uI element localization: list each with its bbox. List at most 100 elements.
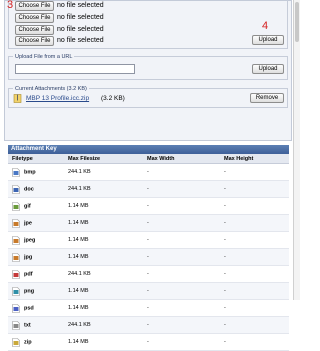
- filetype-cell: pdf: [8, 265, 64, 283]
- filetype-cell: txt: [8, 316, 64, 334]
- file-type-icon: [12, 269, 20, 279]
- attachment-key-header: Attachment Key: [8, 145, 289, 154]
- filetype-label: doc: [24, 186, 34, 192]
- max-width-cell: -: [143, 180, 220, 198]
- filetype-label: pdf: [24, 271, 33, 277]
- max-width-cell: -: [143, 248, 220, 266]
- filetype-label: psd: [24, 305, 34, 311]
- max-height-cell: -: [220, 282, 289, 300]
- table-row: zip 1.14 MB - -: [8, 333, 289, 351]
- filetype-cell: zip: [8, 333, 64, 351]
- max-filesize-cell: 244.1 KB: [64, 180, 143, 198]
- max-height-cell: -: [220, 197, 289, 215]
- vertical-scrollbar[interactable]: [293, 0, 300, 300]
- upload-files-button[interactable]: Upload: [252, 35, 284, 45]
- max-filesize-cell: 1.14 MB: [64, 197, 143, 215]
- max-filesize-cell: 1.14 MB: [64, 282, 143, 300]
- upload-url-button[interactable]: Upload: [252, 64, 284, 74]
- max-filesize-cell: 244.1 KB: [64, 163, 143, 181]
- attachment-name-link[interactable]: MBP 13 Profile.icc.zip: [26, 94, 89, 103]
- filetype-cell: jpeg: [8, 231, 64, 249]
- col-filetype: Filetype: [8, 154, 64, 164]
- choose-file-button-4[interactable]: Choose File: [15, 36, 54, 46]
- filetype-label: jpg: [24, 254, 33, 260]
- max-height-cell: -: [220, 299, 289, 317]
- filetype-cell: jpe: [8, 214, 64, 232]
- upload-url-input[interactable]: [15, 64, 135, 74]
- filetype-label: txt: [24, 322, 31, 328]
- max-height-cell: -: [220, 163, 289, 181]
- col-max-width: Max Width: [143, 154, 220, 164]
- file-type-icon: [12, 303, 20, 313]
- max-filesize-cell: 1.14 MB: [64, 299, 143, 317]
- max-width-cell: -: [143, 316, 220, 334]
- file-type-icon: [12, 218, 20, 228]
- filetype-cell: doc: [8, 180, 64, 198]
- attachment-key-table: Filetype Max Filesize Max Width Max Heig…: [8, 154, 289, 351]
- max-height-cell: -: [220, 333, 289, 351]
- filetype-cell: gif: [8, 197, 64, 215]
- file-type-icon: [12, 337, 20, 347]
- filetype-label: jpeg: [24, 237, 36, 243]
- filetype-cell: psd: [8, 299, 64, 317]
- scrollbar-thumb[interactable]: [295, 2, 299, 42]
- file-type-icon: [12, 235, 20, 245]
- step-4-marker: 4: [262, 20, 269, 32]
- max-filesize-cell: 1.14 MB: [64, 248, 143, 266]
- upload-url-legend: Upload File from a URL: [13, 53, 75, 61]
- filetype-cell: png: [8, 282, 64, 300]
- max-width-cell: -: [143, 214, 220, 232]
- max-width-cell: -: [143, 333, 220, 351]
- file-type-icon: [12, 252, 20, 262]
- col-max-filesize: Max Filesize: [64, 154, 143, 164]
- file-status-4: no file selected: [57, 37, 104, 44]
- filetype-label: png: [24, 288, 35, 294]
- max-height-cell: -: [220, 316, 289, 334]
- file-type-icon: [12, 184, 20, 194]
- table-header-row: Filetype Max Filesize Max Width Max Heig…: [8, 154, 289, 164]
- max-width-cell: -: [143, 197, 220, 215]
- table-row: pdf 244.1 KB - -: [8, 265, 289, 283]
- file-status-2: no file selected: [57, 14, 104, 21]
- table-row: bmp 244.1 KB - -: [8, 163, 289, 181]
- choose-file-button-2[interactable]: Choose File: [15, 13, 54, 23]
- max-filesize-cell: 244.1 KB: [64, 265, 143, 283]
- max-filesize-cell: 1.14 MB: [64, 231, 143, 249]
- max-height-cell: -: [220, 214, 289, 232]
- table-row: png 1.14 MB - -: [8, 282, 289, 300]
- max-width-cell: -: [143, 299, 220, 317]
- file-status-3: no file selected: [57, 26, 104, 33]
- max-width-cell: -: [143, 231, 220, 249]
- max-width-cell: -: [143, 163, 220, 181]
- filetype-cell: jpg: [8, 248, 64, 266]
- filetype-label: gif: [24, 203, 31, 209]
- filetype-cell: bmp: [8, 163, 64, 181]
- attachment-size: (3.2 KB): [101, 95, 125, 102]
- max-height-cell: -: [220, 231, 289, 249]
- table-row: doc 244.1 KB - -: [8, 180, 289, 198]
- file-type-icon: [12, 201, 20, 211]
- max-height-cell: -: [220, 265, 289, 283]
- table-row: jpe 1.14 MB - -: [8, 214, 289, 232]
- file-type-icon: [12, 167, 20, 177]
- filetype-label: bmp: [24, 169, 36, 175]
- table-row: jpeg 1.14 MB - -: [8, 231, 289, 249]
- remove-attachment-button[interactable]: Remove: [250, 93, 284, 103]
- table-row: jpg 1.14 MB - -: [8, 248, 289, 266]
- file-type-icon: [12, 286, 20, 296]
- max-width-cell: -: [143, 265, 220, 283]
- filetype-label: zip: [24, 339, 32, 345]
- max-width-cell: -: [143, 282, 220, 300]
- filetype-label: jpe: [24, 220, 32, 226]
- table-row: txt 244.1 KB - -: [8, 316, 289, 334]
- max-height-cell: -: [220, 180, 289, 198]
- zip-file-icon: [13, 94, 22, 103]
- choose-file-button-1[interactable]: Choose File: [15, 1, 54, 11]
- step-3-marker: 3: [7, 0, 14, 11]
- file-status-1: no file selected: [57, 2, 104, 9]
- attachments-legend: Current Attachments (3.2 KB): [13, 85, 89, 93]
- max-filesize-cell: 1.14 MB: [64, 333, 143, 351]
- table-row: gif 1.14 MB - -: [8, 197, 289, 215]
- max-filesize-cell: 244.1 KB: [64, 316, 143, 334]
- choose-file-button-3[interactable]: Choose File: [15, 25, 54, 35]
